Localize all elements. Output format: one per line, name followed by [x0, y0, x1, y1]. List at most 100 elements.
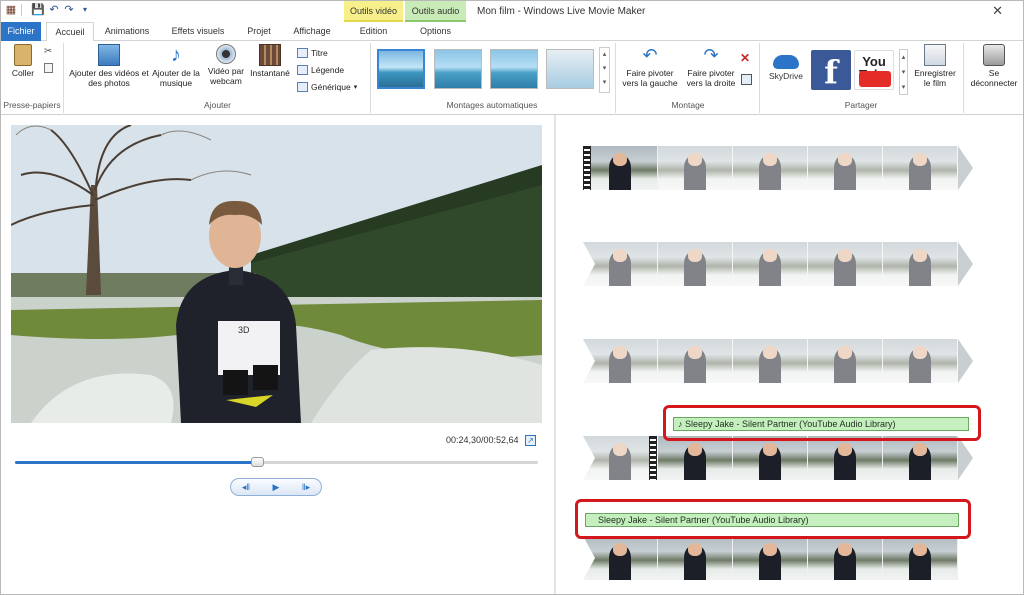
row-continue-arrow — [958, 242, 973, 286]
video-thumbnail[interactable] — [808, 242, 883, 286]
app-menu-icon[interactable]: ▦ — [5, 4, 17, 16]
video-thumbnail[interactable] — [883, 436, 958, 480]
storyboard-row[interactable] — [583, 536, 973, 580]
save-icon[interactable]: 💾 — [31, 4, 45, 16]
share-gallery-scroll[interactable]: ▴ ▾ ▾ — [899, 49, 908, 95]
webcam-label: Vidéo par webcam — [207, 66, 245, 86]
credits-icon — [297, 82, 308, 92]
next-frame-icon[interactable]: ‖▸ — [291, 479, 321, 495]
snapshot-icon — [259, 44, 281, 66]
paste-button[interactable]: Coller — [7, 44, 39, 78]
credits-button[interactable]: Générique ▾ — [297, 82, 357, 92]
webcam-icon — [216, 44, 236, 64]
window-title: Mon film - Windows Live Movie Maker — [477, 6, 646, 17]
customize-toolbar-icon[interactable]: ▾ — [79, 4, 91, 16]
tab-options[interactable]: Options — [405, 22, 466, 41]
tab-project[interactable]: Projet — [239, 22, 279, 41]
tab-visual-effects[interactable]: Effets visuels — [163, 22, 233, 41]
save-movie-button[interactable]: Enregistrer le film — [910, 44, 960, 88]
context-tab-audio-tools: Outils audio — [405, 1, 466, 22]
title-bar: ▦ 💾 ↶ ↷ ▾ Outils vidéo Outils audio Mon … — [1, 1, 1023, 22]
thumbnail-face — [763, 543, 777, 557]
automovie-theme-2[interactable] — [434, 49, 482, 89]
group-separator — [615, 43, 616, 113]
play-icon[interactable]: ▶ — [261, 479, 291, 495]
video-thumbnail[interactable] — [583, 146, 658, 190]
paste-label: Coller — [11, 68, 35, 78]
video-thumbnail[interactable] — [733, 436, 808, 480]
facebook-icon[interactable]: f — [811, 50, 851, 91]
highlight-box-1 — [663, 405, 981, 441]
caption-button[interactable]: Légende — [297, 65, 344, 75]
video-thumbnail[interactable] — [658, 146, 733, 190]
rotate-left-button[interactable]: ↶ Faire pivoter vers la gauche — [619, 44, 681, 88]
frame-strip — [583, 242, 958, 286]
video-thumbnail[interactable] — [808, 146, 883, 190]
video-thumbnail[interactable] — [883, 146, 958, 190]
video-thumbnail[interactable] — [808, 436, 883, 480]
storyboard-row[interactable] — [583, 339, 973, 383]
tab-animations[interactable]: Animations — [99, 22, 155, 41]
thumbnail-face — [613, 543, 627, 557]
storyboard-row[interactable] — [583, 242, 973, 286]
video-thumbnail[interactable] — [883, 536, 958, 580]
delete-icon[interactable]: ✕ — [740, 51, 750, 65]
snapshot-label: Instantané — [250, 68, 290, 78]
add-music-label: Ajouter de la musique — [152, 68, 200, 88]
group-label-share: Partager — [844, 100, 878, 110]
video-preview[interactable]: 3D — [11, 125, 542, 423]
video-thumbnail[interactable] — [883, 242, 958, 286]
redo-icon[interactable]: ↷ — [63, 4, 75, 16]
storyboard-row[interactable] — [583, 436, 973, 480]
close-icon[interactable]: ✕ — [992, 3, 1003, 19]
tab-home[interactable]: Accueil — [46, 22, 94, 42]
cut-icon[interactable]: ✂ — [44, 46, 52, 57]
video-thumbnail[interactable] — [733, 146, 808, 190]
previous-frame-icon[interactable]: ◂‖ — [231, 479, 261, 495]
add-music-button[interactable]: ♪ Ajouter de la musique — [147, 44, 205, 88]
youtube-button[interactable]: You Tube — [854, 50, 894, 90]
seek-bar[interactable] — [15, 457, 538, 467]
thumbnail-face — [688, 153, 702, 167]
rotate-left-label: Faire pivoter vers la gauche — [622, 68, 678, 88]
snapshot-button[interactable]: Instantané — [247, 44, 293, 78]
video-thumbnail[interactable] — [658, 242, 733, 286]
rotate-right-button[interactable]: ↷ Faire pivoter vers la droite — [680, 44, 742, 88]
frame-strip — [583, 339, 958, 383]
seek-handle[interactable] — [250, 457, 264, 467]
skydrive-button[interactable]: SkyDrive — [766, 55, 806, 81]
thumbnail-face — [838, 543, 852, 557]
automovie-theme-4[interactable] — [546, 49, 594, 89]
video-thumbnail[interactable] — [733, 242, 808, 286]
video-thumbnail[interactable] — [658, 436, 733, 480]
title-button[interactable]: Titre — [297, 48, 328, 58]
video-thumbnail[interactable] — [733, 536, 808, 580]
thumbnail-face — [763, 443, 777, 457]
title-label: Titre — [311, 48, 328, 58]
tab-file[interactable]: Fichier — [1, 22, 41, 41]
select-all-icon[interactable] — [741, 74, 752, 85]
pane-splitter[interactable] — [554, 115, 556, 594]
add-videos-button[interactable]: Ajouter des vidéos et des photos — [69, 44, 149, 88]
video-thumbnail[interactable] — [658, 536, 733, 580]
sign-out-button[interactable]: Se déconnecter — [966, 44, 1022, 88]
automovie-theme-3[interactable] — [490, 49, 538, 89]
continuation-notch — [583, 436, 595, 480]
automovie-theme-1[interactable] — [377, 49, 425, 89]
gallery-scroll[interactable]: ▴ ▾ ▾ — [599, 47, 610, 93]
tab-view[interactable]: Affichage — [284, 22, 340, 41]
copy-icon[interactable] — [44, 63, 53, 73]
video-thumbnail[interactable] — [883, 339, 958, 383]
tab-edit[interactable]: Edition — [344, 22, 403, 41]
thumbnail-face — [838, 153, 852, 167]
video-thumbnail[interactable] — [808, 536, 883, 580]
fullscreen-icon[interactable]: ↗ — [525, 435, 536, 446]
playhead-marker[interactable] — [649, 436, 657, 480]
thumbnail-face — [613, 153, 627, 167]
video-thumbnail[interactable] — [808, 339, 883, 383]
storyboard-row[interactable] — [583, 146, 973, 190]
video-thumbnail[interactable] — [658, 339, 733, 383]
undo-icon[interactable]: ↶ — [48, 4, 60, 16]
webcam-button[interactable]: Vidéo par webcam — [203, 44, 249, 86]
video-thumbnail[interactable] — [733, 339, 808, 383]
